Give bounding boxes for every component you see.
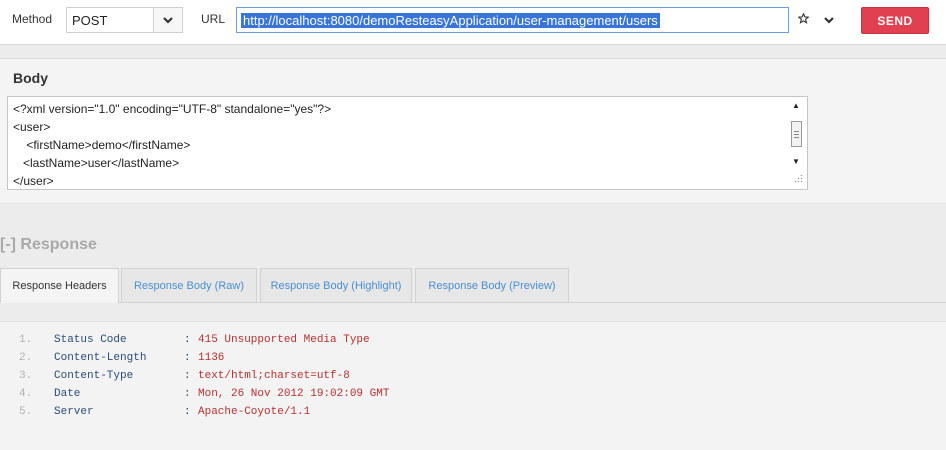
url-actions [790,7,842,33]
header-row: 2. Content-Length : 1136 [0,352,946,370]
header-row: 1. Status Code : 415 Unsupported Media T… [0,334,946,352]
url-input[interactable]: http://localhost:8080/demoResteasyApplic… [236,7,789,33]
header-key: Server [54,406,94,418]
header-key: Date [54,388,81,400]
method-select[interactable]: POST [66,7,183,33]
scrollbar-down-arrow-icon[interactable]: ▼ [792,157,800,166]
header-colon: : [184,352,191,364]
header-colon: : [184,334,191,346]
star-icon[interactable] [797,12,810,27]
method-value: POST [72,13,108,28]
method-label: Method [12,12,53,26]
body-line: <firstName>demo</firstName> [13,138,191,152]
header-value: text/html;charset=utf-8 [198,370,350,382]
response-headers-panel: 1. Status Code : 415 Unsupported Media T… [0,321,946,450]
response-toggle-title[interactable]: [-] Response [0,236,97,254]
scrollbar-thumb[interactable] [791,121,802,147]
chevron-down-icon[interactable] [824,13,835,27]
url-label: URL [201,12,226,26]
resize-grip-icon[interactable] [794,172,803,186]
header-row: 3. Content-Type : text/html;charset=utf-… [0,370,946,388]
line-number: 2. [19,352,33,364]
body-section: Body <?xml version="1.0" encoding="UTF-8… [0,58,946,204]
line-number: 5. [19,406,33,418]
body-line: <lastName>user</lastName> [13,156,180,170]
scrollbar-up-arrow-icon[interactable]: ▲ [792,101,800,110]
header-row: 4. Date : Mon, 26 Nov 2012 19:02:09 GMT [0,388,946,406]
header-value: Mon, 26 Nov 2012 19:02:09 GMT [198,388,390,400]
header-value: 1136 [198,352,225,364]
tab-response-body-raw[interactable]: Response Body (Raw) [121,268,257,302]
header-key: Content-Length [54,352,147,364]
header-value: 415 Unsupported Media Type [198,334,370,346]
url-value[interactable]: http://localhost:8080/demoResteasyApplic… [241,13,660,28]
request-bar: Method POST URL http://localhost:8080/de… [0,0,946,45]
header-colon: : [184,388,191,400]
body-line: </user> [13,174,54,188]
header-value: Apache-Coyote/1.1 [198,406,311,418]
line-number: 3. [19,370,33,382]
body-line: <?xml version="1.0" encoding="UTF-8" sta… [13,102,332,116]
chevron-down-icon[interactable] [153,8,182,32]
tab-response-body-highlight[interactable]: Response Body (Highlight) [260,268,412,302]
body-scrollbar[interactable]: ▲ ▼ [790,101,804,167]
line-number: 1. [19,334,33,346]
header-colon: : [184,406,191,418]
send-button[interactable]: SEND [861,7,929,34]
line-number: 4. [19,388,33,400]
tab-response-headers[interactable]: Response Headers [0,268,119,303]
tab-response-body-preview[interactable]: Response Body (Preview) [415,268,569,302]
header-row: 5. Server : Apache-Coyote/1.1 [0,406,946,424]
body-textarea[interactable]: <?xml version="1.0" encoding="UTF-8" sta… [7,96,808,190]
header-colon: : [184,370,191,382]
header-key: Status Code [54,334,127,346]
header-key: Content-Type [54,370,134,382]
body-title: Body [13,70,48,86]
body-line: <user> [13,120,51,134]
